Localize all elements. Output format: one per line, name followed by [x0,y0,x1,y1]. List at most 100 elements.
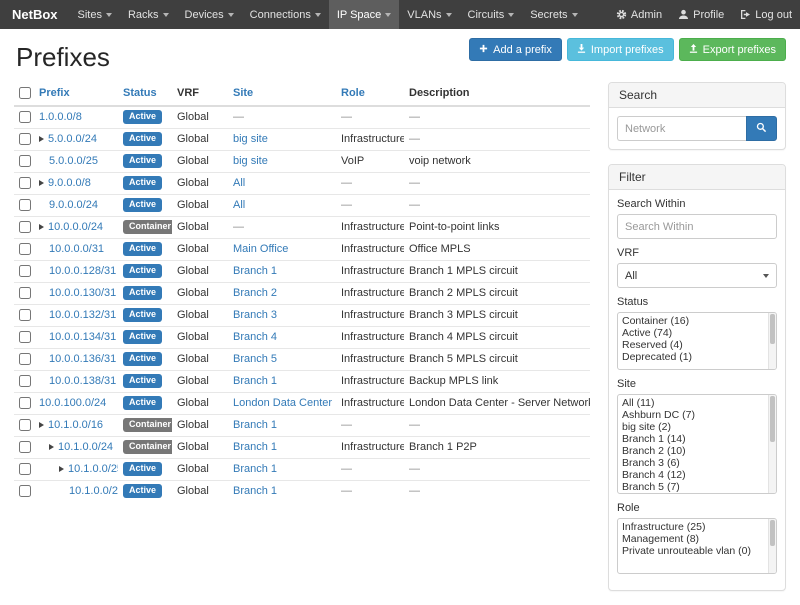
row-checkbox[interactable] [19,309,31,321]
filter-input-search-within[interactable] [617,214,777,239]
multiselect-option[interactable]: Ashburn DC (7) [622,409,768,421]
row-checkbox[interactable] [19,287,31,299]
site-link[interactable]: Branch 2 [233,287,277,299]
prefix-link[interactable]: 10.0.0.130/31 [49,287,116,299]
nav-item-sites[interactable]: Sites [70,0,120,29]
row-checkbox[interactable] [19,221,31,233]
row-checkbox[interactable] [19,485,31,497]
multiselect-option[interactable]: Container (16) [622,315,768,327]
nav-item-connections[interactable]: Connections [242,0,329,29]
filter-multiselect-status[interactable]: Container (16)Active (74)Reserved (4)Dep… [617,312,777,370]
row-checkbox[interactable] [19,463,31,475]
site-link[interactable]: London Data Center [233,397,332,409]
prefix-link[interactable]: 5.0.0.0/25 [49,155,98,167]
prefix-link[interactable]: 9.0.0.0/24 [49,199,98,211]
scrollbar-thumb[interactable] [770,396,775,442]
scrollbar[interactable] [768,313,776,369]
row-checkbox[interactable] [19,397,31,409]
filter-multiselect-role[interactable]: Infrastructure (25)Management (8)Private… [617,518,777,574]
scrollbar-thumb[interactable] [770,314,775,344]
multiselect-option[interactable]: Deprecated (1) [622,351,768,363]
multiselect-option[interactable]: Management (8) [622,533,768,545]
multiselect-option[interactable]: Infrastructure (25) [622,521,768,533]
column-header-role[interactable]: Role [336,82,404,106]
scrollbar[interactable] [768,519,776,573]
row-checkbox[interactable] [19,265,31,277]
site-link[interactable]: All [233,177,245,189]
site-link[interactable]: Branch 1 [233,463,277,475]
multiselect-option[interactable]: Branch 4 (12) [622,469,768,481]
prefix-link[interactable]: 10.0.0.132/31 [49,309,116,321]
column-header-site[interactable]: Site [228,82,336,106]
site-link[interactable]: Branch 1 [233,375,277,387]
prefix-link[interactable]: 10.0.0.138/31 [49,375,116,387]
multiselect-option[interactable]: Reserved (4) [622,339,768,351]
filter-select-vrf[interactable]: All [617,263,777,288]
prefix-link[interactable]: 5.0.0.0/24 [48,133,97,145]
add-prefix-button[interactable]: Add a prefix [469,38,562,61]
multiselect-option[interactable]: Branch 3 (6) [622,457,768,469]
multiselect-option[interactable]: Active (74) [622,327,768,339]
scrollbar[interactable] [768,395,776,493]
site-link[interactable]: All [233,199,245,211]
multiselect-option[interactable]: big site (2) [622,421,768,433]
row-checkbox[interactable] [19,155,31,167]
nav-item-racks[interactable]: Racks [120,0,177,29]
prefix-link[interactable]: 10.0.0.0/24 [48,221,103,233]
prefix-link[interactable]: 10.0.0.136/31 [49,353,116,365]
select-all-checkbox[interactable] [19,87,31,99]
prefix-link[interactable]: 10.0.0.128/31 [49,265,116,277]
prefix-link[interactable]: 1.0.0.0/8 [39,111,82,123]
site-link[interactable]: Branch 1 [233,441,277,453]
row-checkbox[interactable] [19,331,31,343]
search-button[interactable] [746,116,777,141]
row-checkbox[interactable] [19,177,31,189]
export-prefixes-button[interactable]: Export prefixes [679,38,786,61]
multiselect-option[interactable]: Private unrouteable vlan (0) [622,545,768,557]
prefix-link[interactable]: 10.0.100.0/24 [39,397,106,409]
prefix-link[interactable]: 10.1.0.0/24 [58,441,113,453]
row-checkbox[interactable] [19,243,31,255]
multiselect-option[interactable]: Branch 1 (14) [622,433,768,445]
site-link[interactable]: Branch 3 [233,309,277,321]
row-checkbox[interactable] [19,419,31,431]
site-link[interactable]: big site [233,155,268,167]
site-link[interactable]: Branch 1 [233,419,277,431]
profile-link[interactable]: Profile [670,0,732,29]
column-header-status[interactable]: Status [118,82,172,106]
row-checkbox[interactable] [19,441,31,453]
nav-item-circuits[interactable]: Circuits [460,0,523,29]
prefix-link[interactable]: 10.1.0.0/26 [69,485,118,497]
site-link[interactable]: Branch 5 [233,353,277,365]
site-link[interactable]: Main Office [233,243,288,255]
column-header-prefix[interactable]: Prefix [34,82,118,106]
scrollbar-thumb[interactable] [770,520,775,546]
prefix-link[interactable]: 10.0.0.0/31 [49,243,104,255]
nav-item-ip-space[interactable]: IP Space [329,0,399,29]
site-link[interactable]: Branch 1 [233,485,277,497]
site-link[interactable]: Branch 1 [233,265,277,277]
row-checkbox[interactable] [19,133,31,145]
site-link[interactable]: Branch 4 [233,331,277,343]
prefix-link[interactable]: 10.1.0.0/25 [68,463,118,475]
nav-item-devices[interactable]: Devices [177,0,242,29]
row-checkbox[interactable] [19,353,31,365]
prefix-link[interactable]: 10.0.0.134/31 [49,331,116,343]
multiselect-option[interactable]: All (11) [622,397,768,409]
row-checkbox[interactable] [19,111,31,123]
prefix-link[interactable]: 10.1.0.0/16 [48,419,103,431]
brand-link[interactable]: NetBox [0,0,70,29]
search-input[interactable] [617,116,746,141]
logout-link[interactable]: Log out [732,0,800,29]
prefix-link[interactable]: 9.0.0.0/8 [48,177,91,189]
row-checkbox[interactable] [19,199,31,211]
nav-item-secrets[interactable]: Secrets [522,0,585,29]
filter-multiselect-site[interactable]: All (11)Ashburn DC (7)big site (2)Branch… [617,394,777,494]
row-checkbox[interactable] [19,375,31,387]
multiselect-option[interactable]: Branch 5 (7) [622,481,768,493]
site-link[interactable]: big site [233,133,268,145]
admin-link[interactable]: Admin [608,0,670,29]
nav-item-vlans[interactable]: VLANs [399,0,459,29]
multiselect-option[interactable]: COLO 1 (4) [622,493,768,494]
import-prefixes-button[interactable]: Import prefixes [567,38,674,61]
